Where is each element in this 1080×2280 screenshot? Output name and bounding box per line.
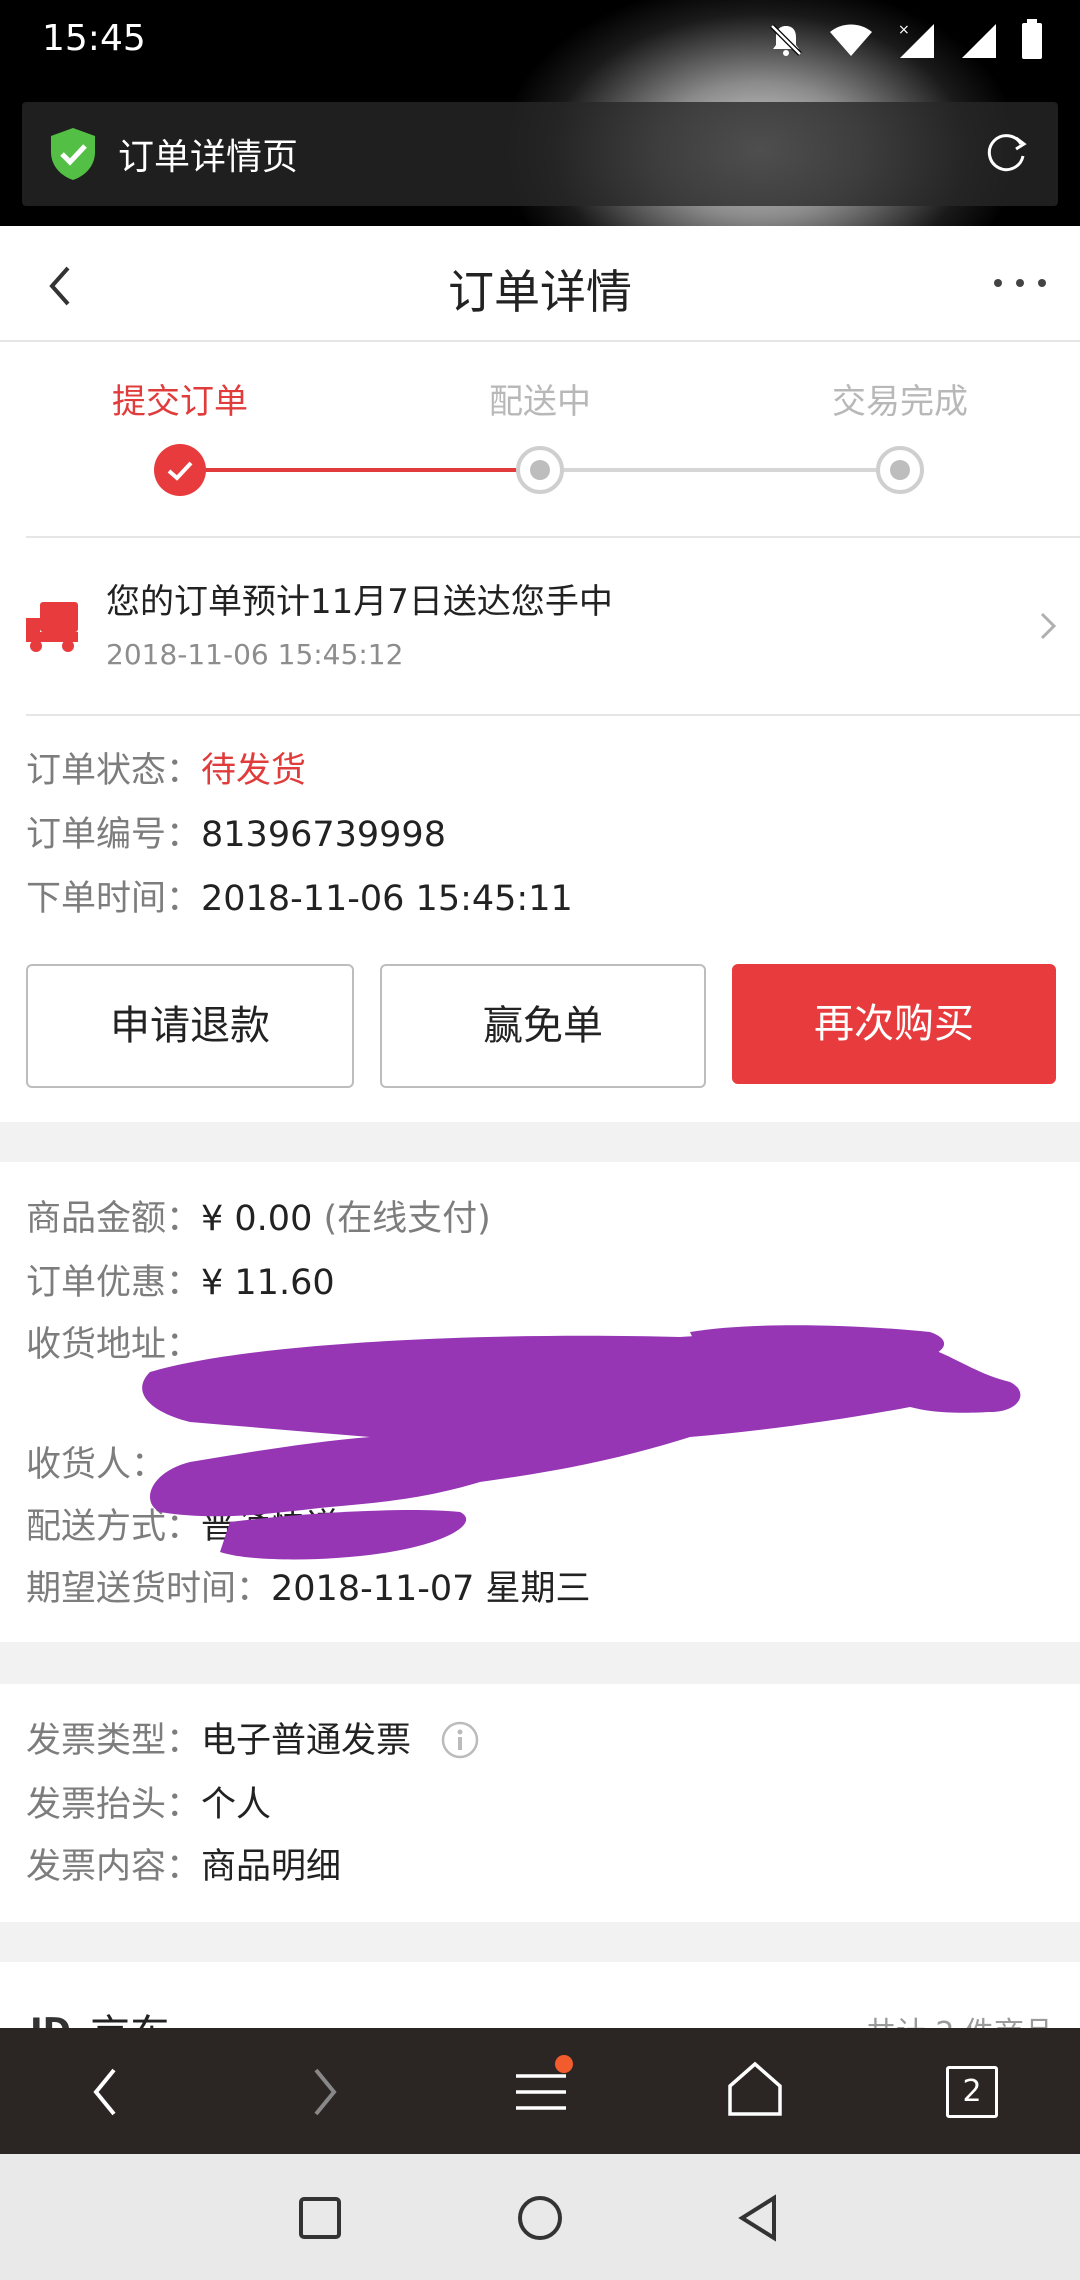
amount-value: ¥ 0.00 (201, 1199, 313, 1239)
invoice-header-row: 发票抬头：个人 (26, 1776, 271, 1827)
menu-icon[interactable] (512, 2054, 576, 2118)
order-status-row: 订单状态：待发货 (26, 742, 306, 793)
step-submit-label: 提交订单 (112, 382, 248, 422)
browser-chrome: 15:45 × 订单详情页 (0, 0, 1080, 226)
step-complete-dot (876, 446, 924, 494)
wifi-icon (830, 24, 872, 56)
status-icons: × (766, 18, 1044, 62)
chevron-right-icon (1040, 612, 1057, 640)
amount-label: 商品金额： (26, 1199, 202, 1239)
divider (26, 714, 1080, 716)
back-triangle-icon[interactable] (736, 2194, 780, 2242)
info-icon[interactable] (440, 1720, 480, 1760)
page-title: 订单详情页 (118, 137, 299, 178)
amount-note: (在线支付) (323, 1199, 491, 1239)
browser-forward-icon[interactable] (304, 2064, 344, 2120)
home-icon[interactable] (726, 2060, 784, 2118)
address-bar[interactable]: 订单详情页 (22, 102, 1058, 206)
invoice-card: 发票类型：电子普通发票 发票抬头：个人 发票内容：商品明细 (0, 1684, 1080, 1922)
battery-icon (1022, 19, 1042, 59)
order-status-label: 订单状态： (26, 751, 202, 791)
free-order-button[interactable]: 赢免单 (380, 964, 706, 1088)
invoice-header-label: 发票抬头： (26, 1785, 202, 1825)
system-navigation-bar (0, 2154, 1080, 2280)
order-status-value: 待发货 (201, 751, 307, 791)
recent-apps-icon[interactable] (298, 2196, 342, 2240)
app-header: 订单详情 (0, 226, 1080, 342)
invoice-type-label: 发票类型： (26, 1721, 202, 1761)
step-submit-check-icon (154, 444, 206, 496)
browser-toolbar: 2 (0, 2028, 1080, 2154)
tabs-count-button[interactable]: 2 (946, 2066, 998, 2118)
invoice-content-value: 商品明细 (201, 1847, 342, 1887)
invoice-type-row: 发票类型：电子普通发票 (26, 1712, 480, 1763)
order-number-row: 订单编号：81396739998 (26, 806, 446, 857)
order-number-value: 81396739998 (201, 815, 446, 855)
signal-2-icon (962, 24, 996, 58)
mute-bell-icon (770, 24, 802, 56)
home-circle-icon[interactable] (516, 2194, 564, 2242)
refund-button[interactable]: 申请退款 (26, 964, 354, 1088)
refresh-icon[interactable] (980, 126, 1032, 178)
order-time-value: 2018-11-06 15:45:11 (201, 879, 573, 919)
truck-icon (26, 602, 78, 652)
step-delivering-label: 配送中 (489, 382, 591, 422)
step-complete-label: 交易完成 (832, 382, 968, 422)
step-delivering-dot (516, 446, 564, 494)
buy-again-button[interactable]: 再次购买 (732, 964, 1056, 1084)
more-options-icon[interactable] (990, 268, 1050, 298)
invoice-type-value: 电子普通发票 (201, 1721, 412, 1761)
signal-icon: × (898, 22, 934, 58)
order-time-label: 下单时间： (26, 879, 202, 919)
invoice-header-value: 个人 (201, 1785, 272, 1825)
status-time: 15:45 (42, 18, 146, 59)
amount-row: 商品金额：¥ 0.00 (在线支付) (26, 1190, 491, 1241)
invoice-content-label: 发票内容： (26, 1847, 202, 1887)
payment-info-card: 商品金额：¥ 0.00 (在线支付) 订单优惠：¥ 11.60 收货地址： 收货… (0, 1162, 1080, 1642)
order-number-label: 订单编号： (26, 815, 202, 855)
header-title: 订单详情 (448, 265, 632, 319)
progress-line-pending (560, 468, 880, 472)
delivery-tracking-row[interactable]: 您的订单预计11月7日送达您手中 2018-11-06 15:45:12 (0, 538, 1080, 716)
progress-line-done (180, 468, 520, 472)
delivery-timestamp: 2018-11-06 15:45:12 (106, 638, 404, 671)
order-time-row: 下单时间：2018-11-06 15:45:11 (26, 870, 573, 921)
browser-back-icon[interactable] (86, 2064, 126, 2120)
invoice-content-row: 发票内容：商品明细 (26, 1838, 341, 1889)
delivery-message: 您的订单预计11月7日送达您手中 (106, 582, 613, 622)
svg-text:×: × (898, 22, 910, 38)
security-shield-icon (51, 128, 95, 180)
redaction-scribble (142, 1325, 1021, 1560)
